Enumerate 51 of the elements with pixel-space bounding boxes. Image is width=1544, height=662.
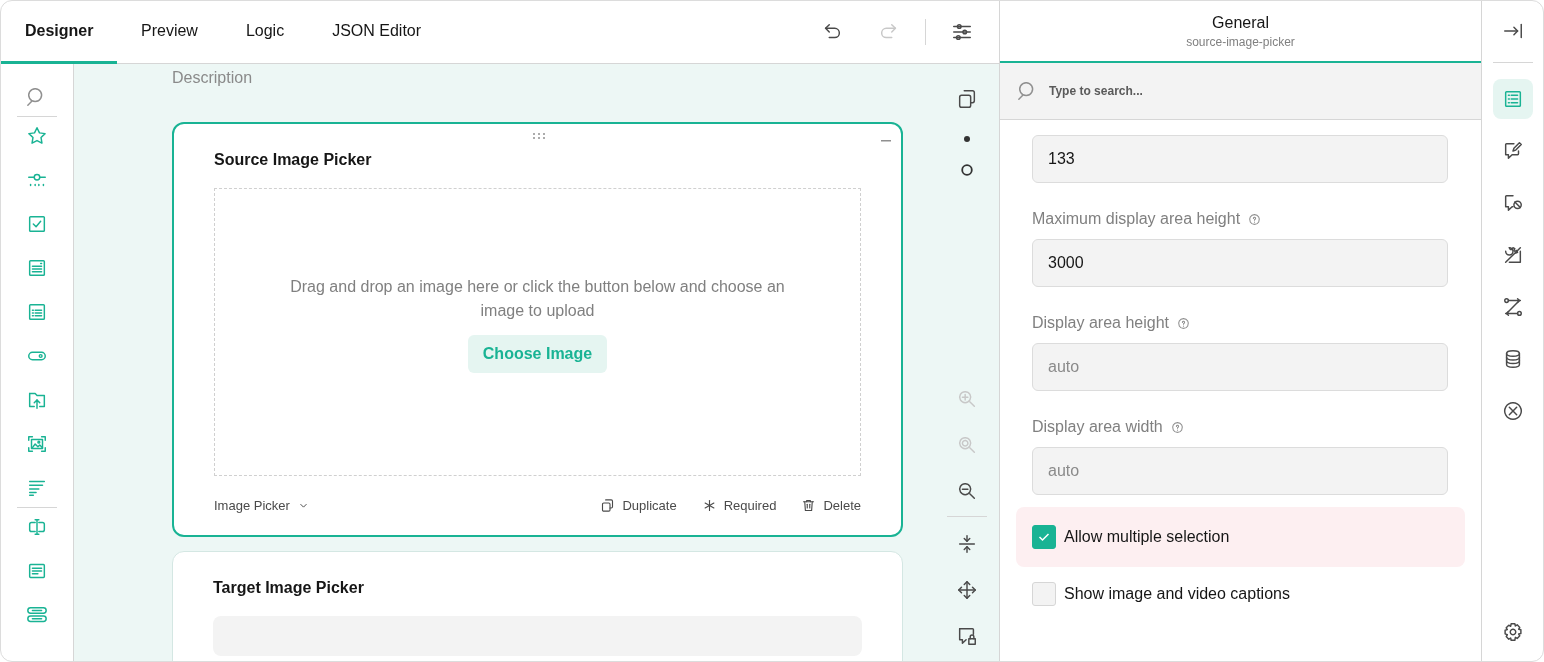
delete-icon — [801, 498, 817, 513]
image-icon[interactable] — [26, 433, 48, 455]
question-card[interactable]: Source Image Picker Drag and drop an image here or click the button below and choose an image to upload Choose Image Image Picker Duplicate Required Delete — [172, 122, 903, 537]
lock-chat-icon[interactable] — [956, 625, 978, 647]
field-label: Display area height — [1032, 313, 1169, 333]
action-button[interactable]: Required — [701, 498, 777, 513]
circle-icon[interactable] — [961, 164, 973, 176]
checkbox-icon[interactable] — [26, 213, 48, 235]
star-icon[interactable] — [26, 125, 48, 147]
duplicate-icon — [600, 498, 616, 513]
settings-icon[interactable] — [1501, 621, 1524, 643]
checkbox[interactable] — [1032, 525, 1056, 549]
text-cursor-icon[interactable] — [26, 516, 48, 538]
tab[interactable]: JSON Editor — [308, 1, 446, 64]
question-title: Source Image Picker — [214, 150, 373, 170]
drop-text: Drag and drop an image here or click the button below and choose an image to upload — [289, 277, 786, 321]
list-icon[interactable] — [26, 301, 48, 323]
survey-description: Description — [172, 68, 254, 88]
list-icon[interactable] — [1492, 79, 1533, 119]
small-dot-icon[interactable] — [964, 136, 970, 142]
dropdown-icon[interactable] — [26, 257, 48, 279]
checkbox-label: Allow multiple selection — [1064, 528, 1230, 546]
help-icon[interactable] — [1176, 316, 1190, 330]
checkbox[interactable] — [1032, 582, 1056, 606]
input-field[interactable]: auto — [1032, 447, 1448, 495]
zoom-out-icon[interactable] — [956, 480, 978, 502]
panel-title: General — [1212, 13, 1269, 33]
settings-icon[interactable] — [951, 21, 973, 43]
input-field[interactable]: 3000 — [1032, 239, 1448, 287]
tab[interactable]: Logic — [221, 1, 309, 64]
panel-subtitle: source-image-picker — [1186, 35, 1295, 49]
collapse-all-icon[interactable] — [956, 533, 978, 555]
drop-zone[interactable]: Drag and drop an image here or click the button below and choose an image to upload Choose Image — [214, 188, 861, 476]
field-label: Display area width — [1032, 417, 1163, 437]
search-input[interactable]: Type to search... — [1047, 83, 1481, 99]
action-button[interactable]: Duplicate — [600, 498, 677, 513]
question-card[interactable]: Target Image Picker — [172, 551, 903, 661]
input-field[interactable]: 133 — [1032, 135, 1448, 183]
help-icon[interactable] — [1170, 420, 1184, 434]
input-field[interactable]: auto — [1032, 343, 1448, 391]
move-icon[interactable] — [956, 579, 978, 601]
question-type-dropdown[interactable]: Image Picker — [214, 498, 310, 513]
copy-icon[interactable] — [956, 88, 978, 110]
question-title: Target Image Picker — [213, 578, 365, 598]
action-button[interactable]: Delete — [801, 498, 861, 513]
drag-handle-icon[interactable] — [532, 132, 546, 140]
checkbox-label: Show image and video captions — [1064, 585, 1290, 603]
help-icon[interactable] — [1248, 212, 1262, 226]
search-field[interactable]: Type to search... — [1000, 63, 1481, 120]
field-label: Maximum display area height — [1032, 209, 1241, 229]
tab[interactable]: Preview — [117, 1, 222, 64]
